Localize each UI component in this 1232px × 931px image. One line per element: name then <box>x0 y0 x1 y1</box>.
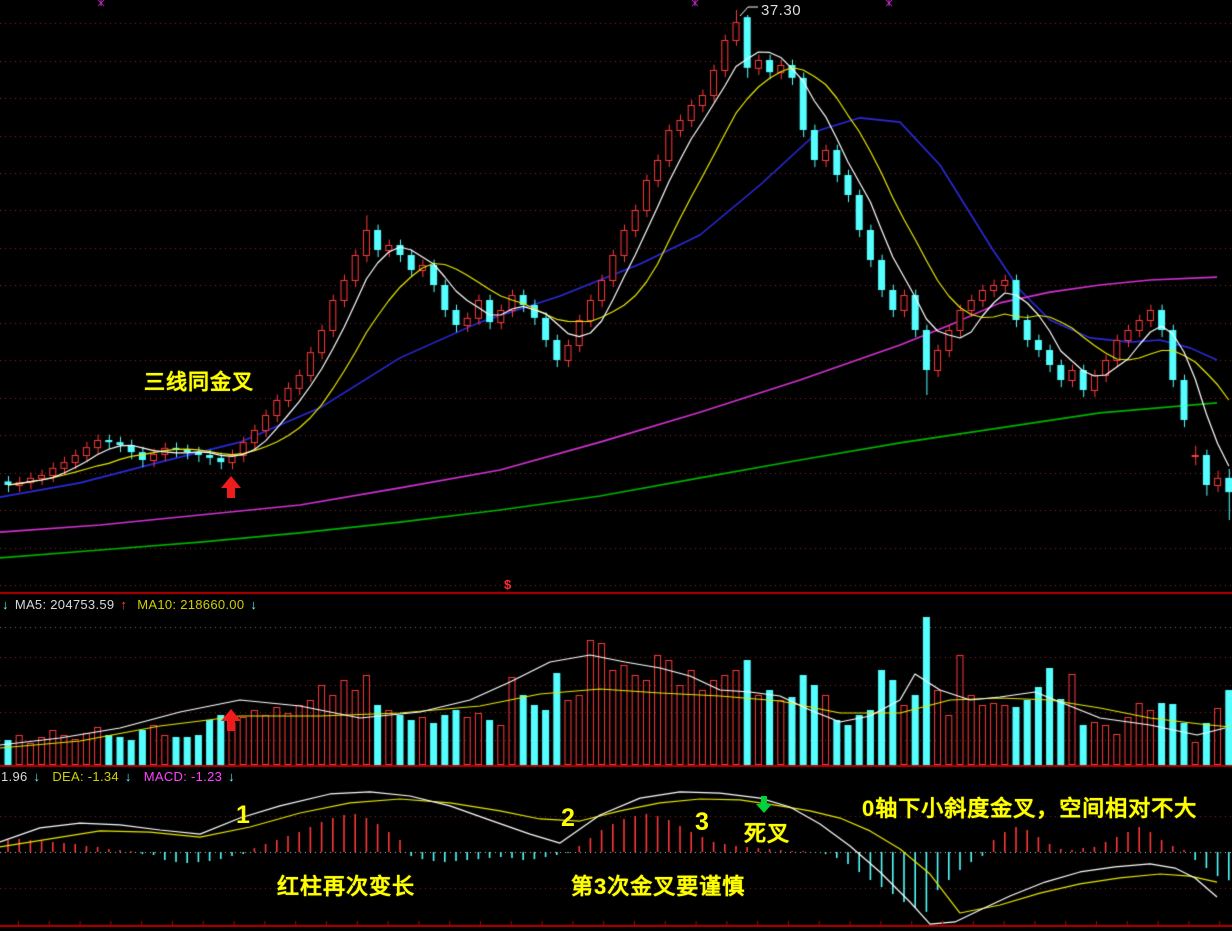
chart-canvas[interactable] <box>0 0 1232 931</box>
stock-chart-window: 37.30 三线同金叉 $ ↓ MA5: 204753.59 ↑ MA10: 2… <box>0 0 1232 931</box>
